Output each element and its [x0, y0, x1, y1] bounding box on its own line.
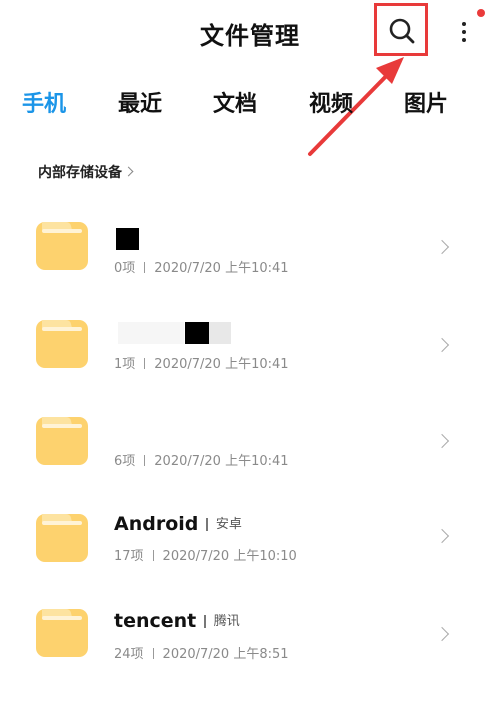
- folder-meta: 24项 2020/7/20 上午8:51: [114, 643, 289, 662]
- chevron-right-icon: [434, 626, 450, 642]
- chevron-right-icon: [434, 528, 450, 544]
- chevron-right-icon: [434, 337, 450, 353]
- chevron-right-icon: [123, 166, 134, 177]
- redacted-block: [209, 322, 231, 344]
- meta-divider: [144, 358, 146, 369]
- folder-icon: [36, 222, 88, 270]
- item-count: 17项: [114, 549, 144, 564]
- chevron-right-icon: [434, 433, 450, 449]
- folder-meta: 0项 2020/7/20 上午10:41: [114, 257, 289, 276]
- folder-icon: [36, 417, 88, 465]
- folder-meta: 6项 2020/7/20 上午10:41: [114, 450, 289, 469]
- folder-alias: 安卓: [215, 517, 242, 532]
- folder-meta: 1项 2020/7/20 上午10:41: [114, 353, 289, 372]
- folder-icon: [36, 514, 88, 562]
- modified-date: 2020/7/20 上午10:41: [154, 261, 289, 276]
- category-tabs: 手机 最近 文档 视频 图片: [0, 86, 500, 126]
- folder-name: tencent 腾讯: [114, 610, 240, 632]
- meta-divider: [144, 262, 146, 273]
- meta-divider: [144, 455, 146, 466]
- tab-documents[interactable]: 文档: [213, 86, 257, 118]
- list-item[interactable]: tencent 腾讯 24项 2020/7/20 上午8:51: [0, 607, 500, 703]
- folder-name: Android 安卓: [114, 513, 242, 535]
- redacted-block: [118, 322, 184, 344]
- folder-icon: [36, 320, 88, 368]
- item-count: 0项: [114, 261, 136, 276]
- tab-images[interactable]: 图片: [404, 86, 448, 118]
- folder-name-text: Android: [114, 513, 199, 535]
- chevron-right-icon: [434, 239, 450, 255]
- folder-name-text: tencent: [114, 610, 197, 632]
- list-item[interactable]: Android 安卓 17项 2020/7/20 上午10:10: [0, 512, 500, 608]
- list-item[interactable]: 1项 2020/7/20 上午10:41: [0, 318, 500, 414]
- list-item[interactable]: 0项 2020/7/20 上午10:41: [0, 220, 500, 316]
- folder-meta: 17项 2020/7/20 上午10:10: [114, 545, 297, 564]
- tab-videos[interactable]: 视频: [309, 86, 353, 118]
- item-count: 24项: [114, 647, 144, 662]
- redacted-block: [116, 228, 139, 250]
- alias-divider: [206, 518, 208, 531]
- modified-date: 2020/7/20 上午10:10: [162, 549, 297, 564]
- folder-icon: [36, 609, 88, 657]
- tab-phone[interactable]: 手机: [22, 86, 66, 118]
- item-count: 6项: [114, 454, 136, 469]
- tab-recent[interactable]: 最近: [118, 86, 162, 118]
- folder-alias: 腾讯: [213, 614, 240, 629]
- modified-date: 2020/7/20 上午10:41: [154, 454, 289, 469]
- meta-divider: [152, 550, 154, 561]
- modified-date: 2020/7/20 上午8:51: [162, 647, 289, 662]
- meta-divider: [152, 648, 154, 659]
- item-count: 1项: [114, 357, 136, 372]
- modified-date: 2020/7/20 上午10:41: [154, 357, 289, 372]
- list-item[interactable]: 6项 2020/7/20 上午10:41: [0, 415, 500, 511]
- alias-divider: [204, 615, 206, 628]
- breadcrumb-label: 内部存储设备: [38, 165, 122, 181]
- breadcrumb[interactable]: 内部存储设备: [38, 162, 134, 182]
- redacted-block: [185, 322, 209, 344]
